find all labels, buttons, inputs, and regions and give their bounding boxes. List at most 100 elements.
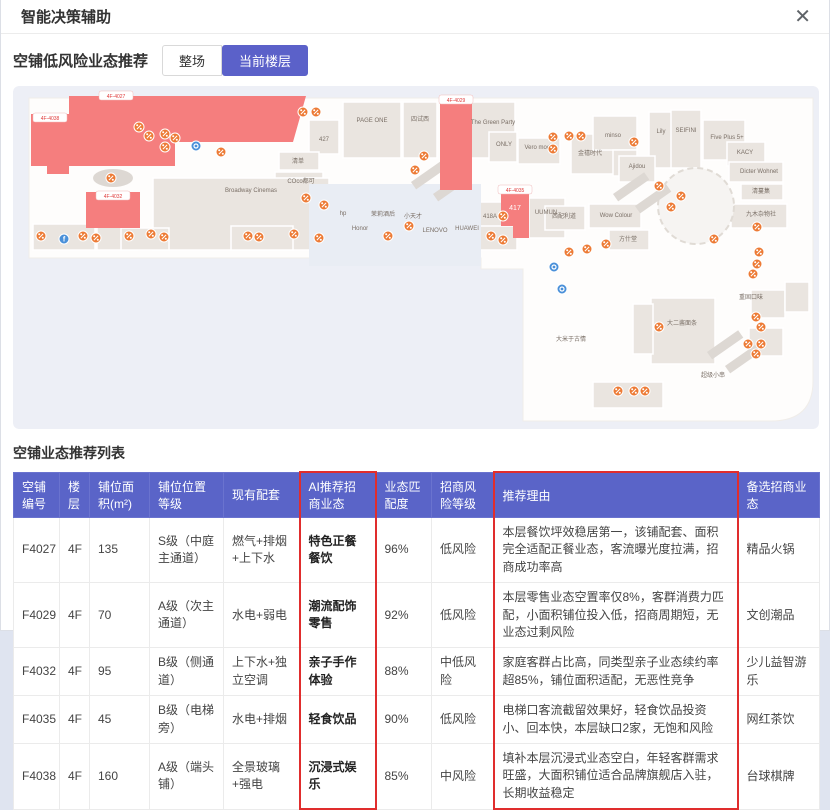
shop-promo-marker-icon[interactable]: [91, 233, 101, 243]
store-block: [671, 110, 701, 168]
shop-promo-marker-icon[interactable]: [159, 232, 169, 242]
shop-promo-marker-icon[interactable]: [709, 234, 719, 244]
shop-promo-marker-icon[interactable]: [756, 322, 766, 332]
vacant-shop-area[interactable]: [440, 96, 472, 190]
dialog-header: 智能决策辅助 ✕: [1, 0, 829, 34]
floor-plan-map[interactable]: 4174F-40274F-40294F-40324F-40354F-403842…: [13, 86, 819, 429]
shop-promo-marker-icon[interactable]: [743, 339, 753, 349]
map-shop-label: 西配利道: [552, 212, 576, 220]
shop-promo-marker-icon[interactable]: [613, 386, 623, 396]
shop-promo-marker-icon[interactable]: [298, 107, 308, 117]
shop-promo-marker-icon[interactable]: [301, 193, 311, 203]
cell-alternative: 少儿益智游乐: [738, 648, 820, 696]
shop-promo-marker-icon[interactable]: [124, 231, 134, 241]
shop-promo-marker-icon[interactable]: [548, 144, 558, 154]
map-shop-label: PAGE ONE: [357, 118, 388, 124]
shop-promo-marker-icon[interactable]: [36, 231, 46, 241]
shop-promo-marker-icon[interactable]: [601, 239, 611, 249]
table-row[interactable]: F40274F135S级（中庭主通道）燃气+排烟+上下水特色正餐餐饮96%低风险…: [14, 518, 820, 583]
toggle-current-floor[interactable]: 当前楼层: [222, 45, 308, 76]
shop-promo-marker-icon[interactable]: [751, 312, 761, 322]
table-row[interactable]: F40354F45B级（电梯旁）水电+排烟轻食饮品90%低风险电梯口客流截留效果…: [14, 696, 820, 744]
shop-promo-marker-icon[interactable]: [404, 221, 414, 231]
table-title: 空铺业态推荐列表: [13, 443, 817, 463]
brand-marker-icon[interactable]: [191, 141, 201, 151]
shop-promo-marker-icon[interactable]: [243, 231, 253, 241]
shop-promo-marker-icon[interactable]: [419, 151, 429, 161]
shop-promo-marker-icon[interactable]: [498, 211, 508, 221]
recommendation-table: 空铺编号楼层铺位面积(m²)铺位位置等级现有配套AI推荐招商业态业态匹配度招商风…: [13, 471, 820, 810]
shop-promo-marker-icon[interactable]: [106, 173, 116, 183]
shop-promo-marker-icon[interactable]: [564, 247, 574, 257]
map-shop-label: Five Plus 5+: [710, 135, 744, 141]
cell-facilities: 燃气+排烟+上下水: [224, 518, 300, 583]
section-title: 空铺低风险业态推荐: [13, 50, 148, 71]
map-shop-label: 重固口味: [739, 293, 763, 301]
brand-marker-icon[interactable]: f: [59, 234, 69, 244]
shop-promo-marker-icon[interactable]: [654, 322, 664, 332]
vacant-shop-area[interactable]: [31, 114, 69, 174]
shop-promo-marker-icon[interactable]: [170, 133, 180, 143]
shop-promo-marker-icon[interactable]: [752, 259, 762, 269]
shop-promo-marker-icon[interactable]: [582, 244, 592, 254]
shop-promo-marker-icon[interactable]: [144, 131, 154, 141]
table-row[interactable]: F40294F70A级（次主通道）水电+弱电潮流配饰零售92%低风险本层零售业态…: [14, 583, 820, 648]
shop-promo-marker-icon[interactable]: [754, 247, 764, 257]
cell-risk: 中风险: [432, 743, 494, 809]
cell-id: F4029: [14, 583, 60, 648]
shop-promo-marker-icon[interactable]: [629, 137, 639, 147]
cell-reason: 本层餐饮坪效稳居第一，该铺配套、面积完全适配正餐业态，客流曝光度拉满，招商成功率…: [494, 518, 738, 583]
map-shop-label: The Green Party: [471, 120, 515, 126]
shop-promo-marker-icon[interactable]: [134, 122, 144, 132]
cell-id: F4035: [14, 696, 60, 744]
cell-reason: 本层零售业态空置率仅8%，客群消费力匹配，小面积铺位投入低，招商周期短，无业态过…: [494, 583, 738, 648]
shop-promo-marker-icon[interactable]: [486, 231, 496, 241]
cell-floor: 4F: [60, 696, 90, 744]
dialog-title: 智能决策辅助: [21, 6, 111, 27]
map-shop-label: SEIFINI: [675, 128, 696, 134]
shop-promo-marker-icon[interactable]: [654, 181, 664, 191]
shop-promo-marker-icon[interactable]: [78, 231, 88, 241]
shop-promo-marker-icon[interactable]: [666, 202, 676, 212]
shop-promo-marker-icon[interactable]: [640, 386, 650, 396]
toggle-whole-mall[interactable]: 整场: [162, 45, 222, 76]
cell-risk: 低风险: [432, 696, 494, 744]
shop-promo-marker-icon[interactable]: [576, 131, 586, 141]
map-shop-label: minso: [605, 133, 622, 139]
cell-floor: 4F: [60, 583, 90, 648]
vacant-shop-badge-label: 4F-4027: [107, 94, 126, 100]
shop-promo-marker-icon[interactable]: [289, 229, 299, 239]
shop-promo-marker-icon[interactable]: [319, 200, 329, 210]
map-shop-label: LENOVO: [422, 228, 447, 234]
shop-promo-marker-icon[interactable]: [751, 349, 761, 359]
shop-promo-marker-icon[interactable]: [160, 129, 170, 139]
shop-promo-marker-icon[interactable]: [676, 191, 686, 201]
shop-promo-marker-icon[interactable]: [383, 231, 393, 241]
shop-promo-marker-icon[interactable]: [410, 165, 420, 175]
shop-promo-marker-icon[interactable]: [498, 235, 508, 245]
shop-promo-marker-icon[interactable]: [564, 131, 574, 141]
shop-promo-marker-icon[interactable]: [548, 132, 558, 142]
shop-promo-marker-icon[interactable]: [216, 147, 226, 157]
shop-promo-marker-icon[interactable]: [311, 107, 321, 117]
shop-promo-marker-icon[interactable]: [748, 269, 758, 279]
col-header-alternative: 备选招商业态: [738, 472, 820, 518]
shop-promo-marker-icon[interactable]: [254, 232, 264, 242]
map-shop-label: 清单: [292, 157, 304, 165]
map-shop-label: 清蔓集: [752, 187, 770, 195]
shop-promo-marker-icon[interactable]: [146, 229, 156, 239]
brand-marker-icon[interactable]: [557, 284, 567, 294]
shop-promo-marker-icon[interactable]: [314, 233, 324, 243]
shop-promo-marker-icon[interactable]: [756, 339, 766, 349]
map-shop-label: 小天才: [404, 212, 422, 220]
shop-promo-marker-icon[interactable]: [629, 386, 639, 396]
map-shop-label: Honor: [352, 226, 368, 232]
table-row[interactable]: F40324F95B级（侧通道）上下水+独立空调亲子手作体验88%中低风险家庭客…: [14, 648, 820, 696]
shop-promo-marker-icon[interactable]: [752, 222, 762, 232]
brand-marker-icon[interactable]: [549, 262, 559, 272]
close-icon[interactable]: ✕: [794, 7, 811, 27]
table-row[interactable]: F40384F160A级（端头铺）全景玻璃+强电沉浸式娱乐85%中风险填补本层沉…: [14, 743, 820, 809]
cell-facilities: 水电+排烟: [224, 696, 300, 744]
map-shop-label: 方什堂: [619, 235, 637, 243]
shop-promo-marker-icon[interactable]: [160, 142, 170, 152]
